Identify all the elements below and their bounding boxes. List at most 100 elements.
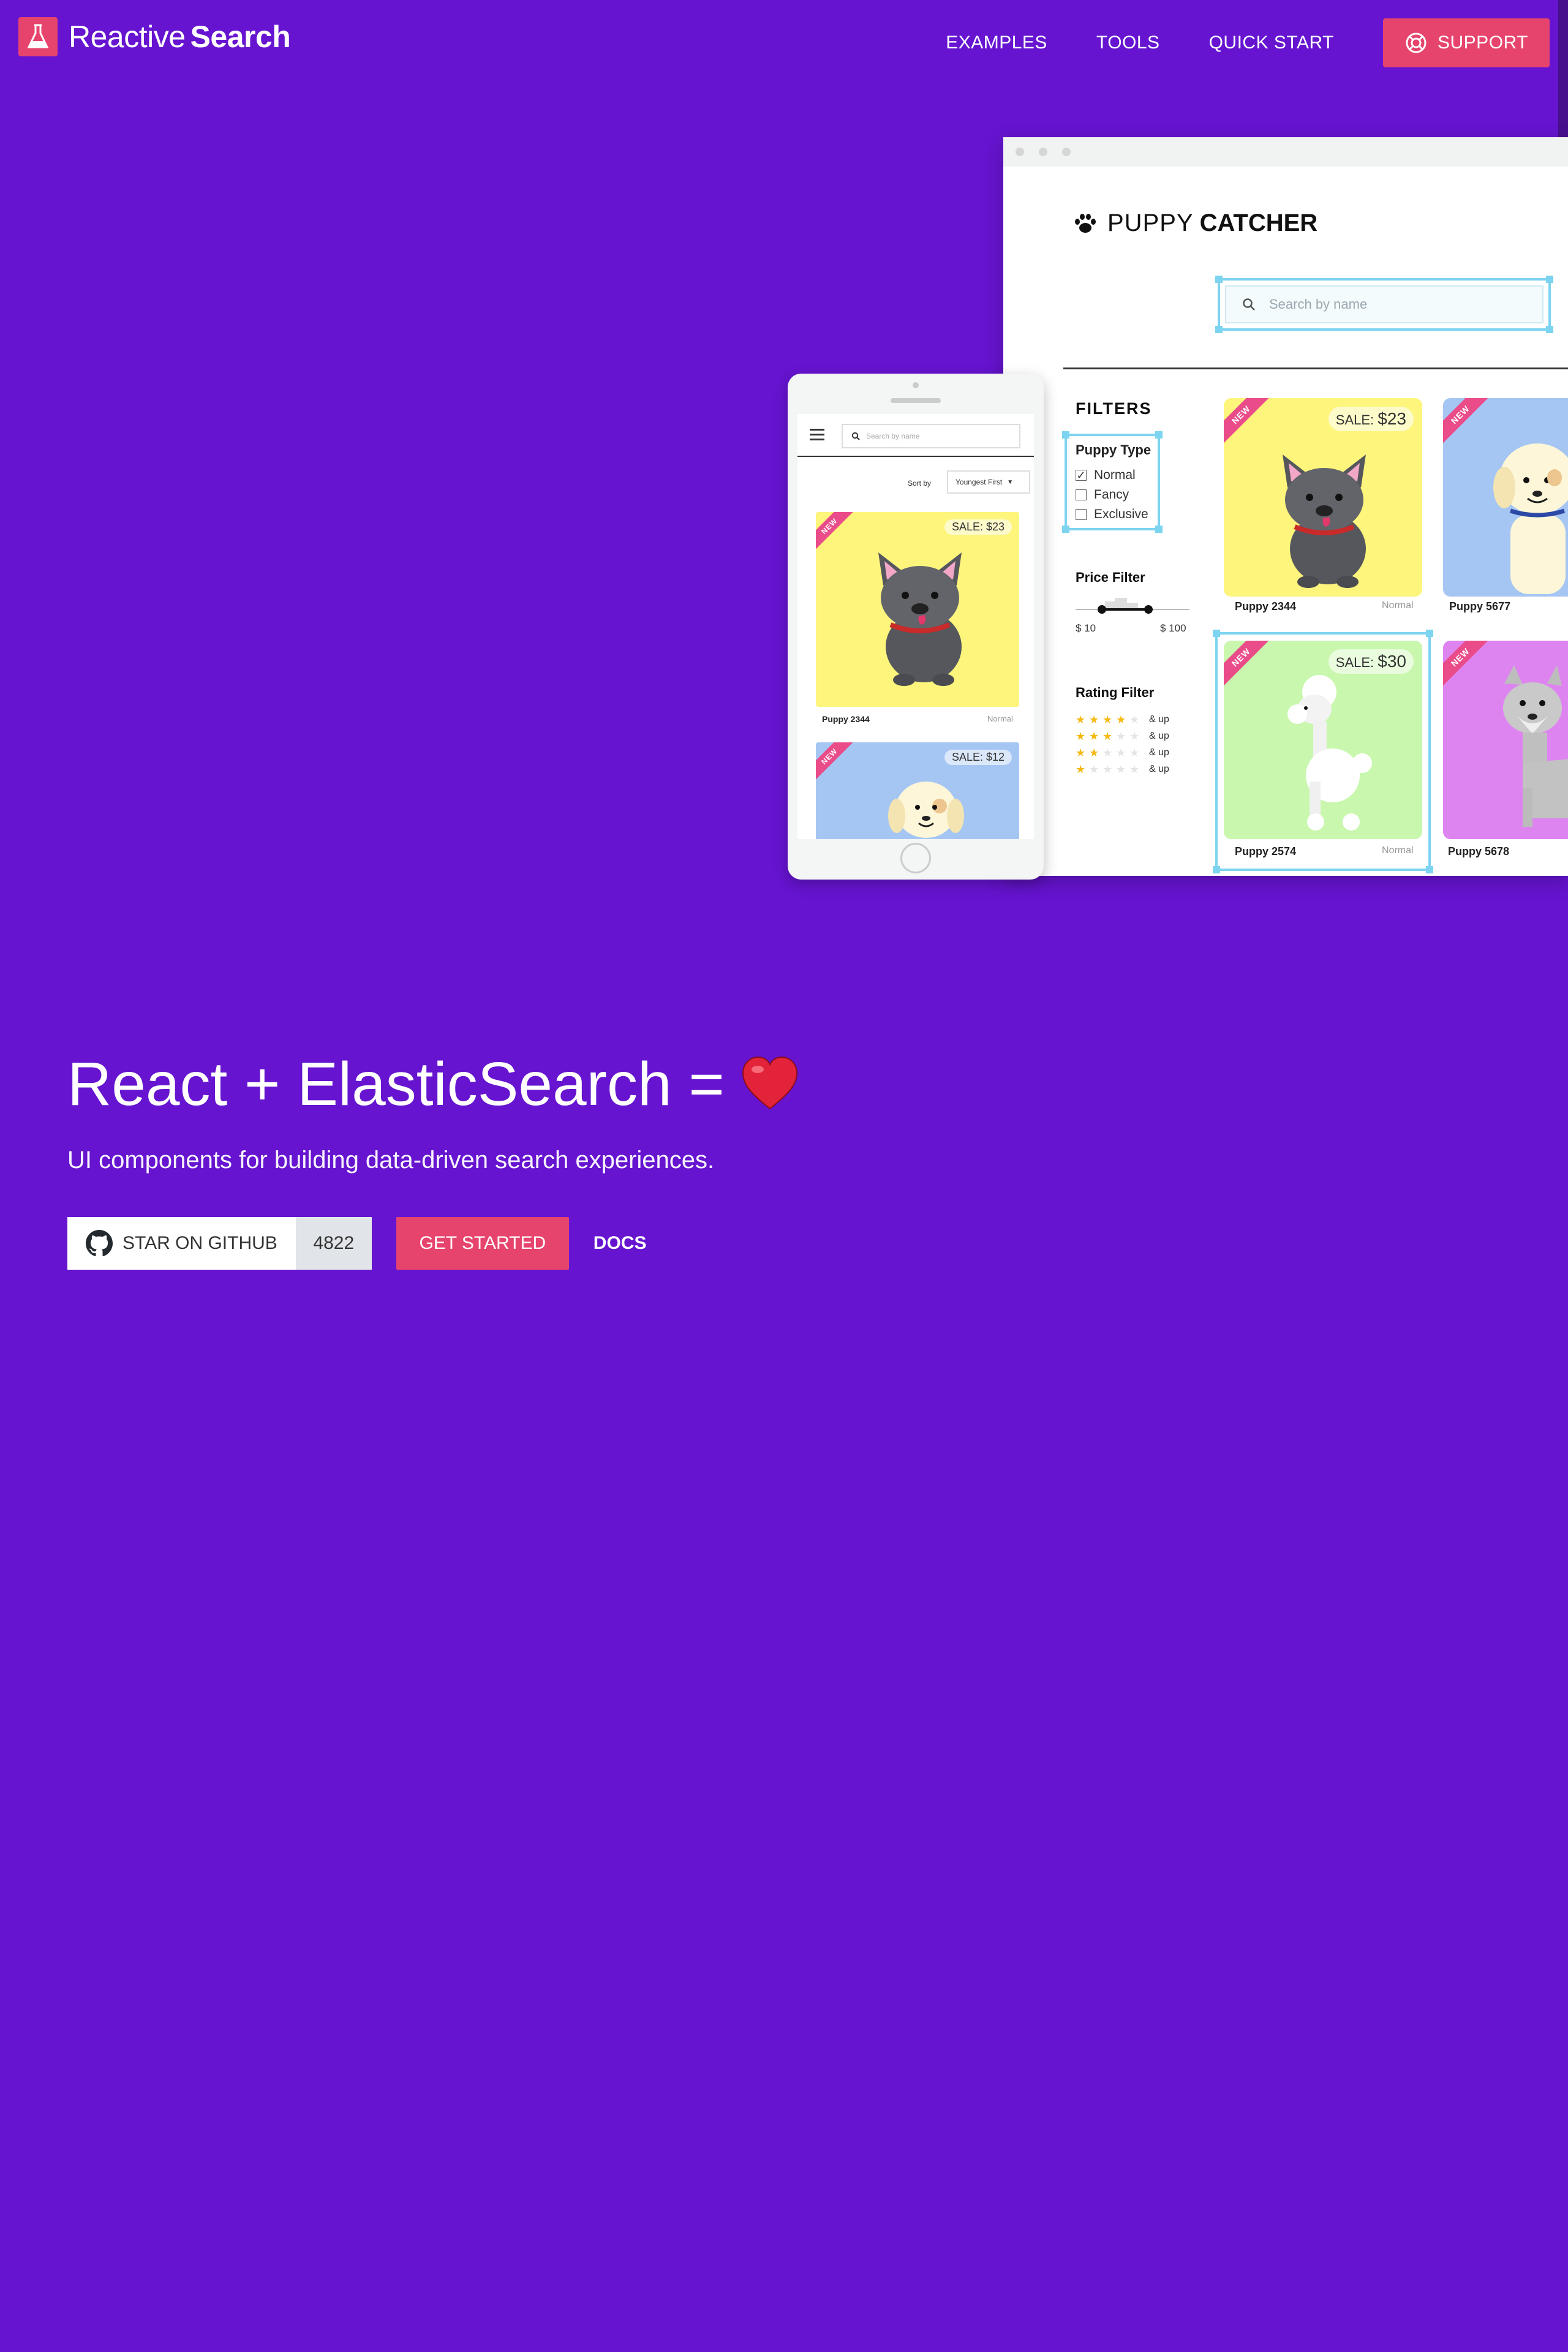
lifebuoy-icon	[1406, 32, 1427, 53]
logo-text-bold: Search	[190, 20, 291, 54]
hero-title-text: React + ElasticSearch =	[67, 1050, 725, 1118]
nav-quick-start[interactable]: QUICK START	[1209, 32, 1334, 53]
price-filter-title: Price Filter	[1076, 570, 1145, 585]
github-icon	[86, 1230, 113, 1256]
github-star-label: STAR ON GITHUB	[123, 1233, 277, 1253]
phone-speaker	[891, 398, 941, 403]
card-title: Puppy 5678	[1448, 845, 1510, 858]
star-icon: ★	[1076, 763, 1086, 775]
window-titlebar	[1003, 137, 1568, 167]
new-badge: NEW	[1443, 641, 1492, 689]
sale-badge: SALE: $30	[1328, 649, 1414, 674]
star-icon: ★	[1102, 730, 1113, 742]
paw-icon	[1075, 213, 1096, 233]
docs-link[interactable]: DOCS	[594, 1233, 647, 1254]
rating-suffix: & up	[1149, 747, 1169, 758]
star-icon: ★	[1089, 747, 1099, 759]
nav-examples[interactable]: EXAMPLES	[946, 32, 1047, 53]
star-icon: ★	[1102, 763, 1113, 775]
mobile-search-placeholder: Search by name	[866, 432, 920, 440]
github-star-count[interactable]: 4822	[295, 1217, 372, 1270]
divider	[1063, 368, 1568, 369]
card-type: Normal	[1382, 845, 1414, 856]
mobile-product-card[interactable]: NEW SALE: $23	[816, 512, 1019, 707]
sale-badge: SALE: $23	[944, 519, 1012, 535]
puppy-type-title: Puppy Type	[1076, 442, 1152, 458]
card-title: Puppy 2574	[1235, 845, 1297, 858]
search-icon	[1243, 298, 1255, 311]
rating-option[interactable]: ★ ★ ★ ★ ★ & up	[1076, 714, 1169, 725]
rating-suffix: & up	[1149, 764, 1169, 774]
checkbox[interactable]	[1076, 509, 1087, 520]
star-icon: ★	[1076, 747, 1086, 759]
divider	[797, 456, 1034, 457]
demo-search-selection: Search by name	[1215, 276, 1553, 333]
star-icon: ★	[1089, 763, 1099, 775]
range-handle-max[interactable]	[1144, 605, 1153, 614]
new-badge: NEW	[816, 512, 856, 553]
price-min-label: $ 10	[1076, 622, 1096, 634]
star-icon: ★	[1116, 763, 1126, 775]
rating-option[interactable]: ★ ★ ★ ★ ★ & up	[1076, 747, 1169, 758]
puppy-type-option-fancy[interactable]: Fancy	[1076, 488, 1129, 502]
caret-down-icon: ▼	[1007, 478, 1014, 486]
hero-subtitle: UI components for building data-driven s…	[67, 1147, 715, 1174]
rating-option[interactable]: ★ ★ ★ ★ ★ & up	[1076, 764, 1169, 775]
rating-option[interactable]: ★ ★ ★ ★ ★ & up	[1076, 731, 1169, 742]
github-star-label-wrap: STAR ON GITHUB	[67, 1217, 296, 1270]
card-type: Normal	[987, 714, 1013, 723]
star-icon: ★	[1102, 747, 1113, 759]
demo-search-input[interactable]: Search by name	[1225, 285, 1544, 323]
mobile-search-input[interactable]: Search by name	[842, 424, 1020, 448]
heart-icon	[742, 1056, 797, 1110]
new-badge: NEW	[816, 742, 856, 783]
sale-label: SALE:	[1335, 655, 1374, 670]
flask-icon	[18, 17, 58, 56]
card-title: Puppy 5677	[1449, 600, 1511, 612]
demo-search-placeholder: Search by name	[1269, 296, 1368, 312]
checkbox[interactable]	[1076, 489, 1087, 500]
home-button[interactable]	[900, 843, 931, 873]
demo-brand-bold: CATCHER	[1199, 209, 1318, 236]
nav-tools[interactable]: TOOLS	[1096, 32, 1160, 53]
price-max-label: $ 100	[1160, 622, 1186, 634]
option-label: Fancy	[1094, 488, 1129, 502]
logo[interactable]: Reactive Search	[18, 17, 291, 56]
product-card[interactable]: NEW SALE: $30	[1224, 641, 1422, 839]
checkbox-checked[interactable]: ✓	[1076, 470, 1087, 481]
sort-dropdown[interactable]: Youngest First ▼	[947, 470, 1030, 494]
rating-suffix: & up	[1149, 714, 1169, 725]
option-label: Exclusive	[1094, 507, 1148, 521]
sort-value: Youngest First	[956, 478, 1003, 486]
logo-text-light: Reactive	[69, 20, 186, 54]
puppy-type-option-exclusive[interactable]: Exclusive	[1076, 507, 1148, 522]
get-started-button[interactable]: GET STARTED	[396, 1217, 569, 1270]
product-card[interactable]: NEW	[1443, 398, 1568, 597]
puppy-type-option-normal[interactable]: ✓ Normal	[1076, 468, 1136, 483]
sale-badge: SALE: $23	[1328, 407, 1414, 431]
star-icon: ★	[1129, 747, 1140, 759]
demo-brand: PUPPY CATCHER	[1073, 209, 1317, 237]
star-icon: ★	[1116, 730, 1126, 742]
top-nav: EXAMPLES TOOLS QUICK START SUPPORT	[946, 18, 1550, 67]
star-icon: ★	[1116, 747, 1126, 759]
mobile-demo-device: Search by name Sort by Youngest First ▼ N…	[788, 374, 1044, 880]
star-icon: ★	[1129, 763, 1140, 775]
hamburger-menu-icon[interactable]	[810, 429, 824, 443]
mobile-product-card[interactable]: NEW SALE: $12	[816, 742, 1019, 839]
card-title: Puppy 2344	[822, 714, 870, 724]
product-card[interactable]: NEW SALE: $23	[1224, 398, 1422, 597]
sale-amount: $30	[1378, 652, 1406, 671]
demo-brand-light: PUPPY	[1107, 209, 1194, 236]
sale-badge: SALE: $12	[944, 750, 1012, 765]
github-star-button[interactable]: STAR ON GITHUB 4822	[67, 1217, 372, 1270]
mobile-screen: Search by name Sort by Youngest First ▼ N…	[797, 414, 1034, 839]
star-icon: ★	[1076, 714, 1086, 726]
price-range-slider[interactable]	[1076, 597, 1189, 621]
product-card[interactable]: NEW	[1443, 641, 1568, 839]
rating-suffix: & up	[1149, 731, 1169, 741]
range-handle-min[interactable]	[1098, 605, 1106, 614]
star-icon: ★	[1129, 730, 1140, 742]
option-label: Normal	[1094, 468, 1136, 482]
support-button[interactable]: SUPPORT	[1383, 18, 1550, 67]
